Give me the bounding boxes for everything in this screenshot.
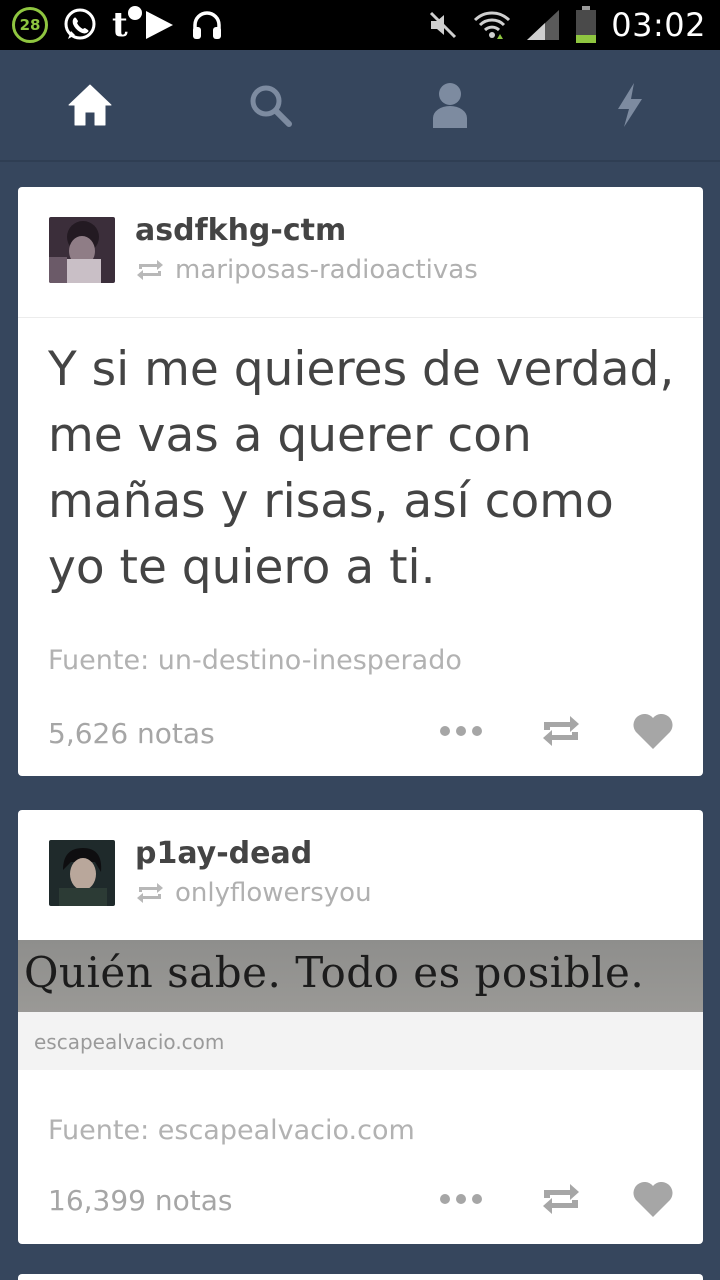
notification-count: 28 — [19, 16, 41, 34]
avatar[interactable] — [49, 840, 115, 906]
more-options-button[interactable] — [431, 1193, 491, 1205]
dashboard-nav-bar — [0, 50, 720, 162]
reblog-icon — [137, 883, 163, 903]
reblog-blog-name: onlyflowersyou — [175, 878, 372, 908]
nav-home[interactable] — [65, 80, 115, 130]
heart-icon — [633, 713, 673, 749]
signal-icon — [527, 10, 560, 40]
more-options-button[interactable] — [431, 725, 491, 737]
post-photo[interactable]: Quién sabe. Todo es posible. — [18, 940, 703, 1012]
home-icon — [68, 84, 112, 126]
post-username[interactable]: asdfkhg-ctm — [135, 213, 346, 248]
photo-caption-text: Quién sabe. Todo es posible. — [24, 948, 645, 997]
status-bar: 28 t 03:02 — [0, 0, 720, 50]
notes-count[interactable]: 16,399 notas — [48, 1184, 232, 1217]
like-button[interactable] — [631, 1180, 675, 1218]
header-divider — [18, 317, 703, 318]
reblog-blog-name: mariposas-radioactivas — [175, 255, 478, 285]
nav-activity[interactable] — [605, 80, 655, 130]
next-post-card-edge — [18, 1274, 703, 1280]
wifi-icon — [474, 11, 511, 39]
post-header: asdfkhg-ctm mariposas-radioactivas — [18, 187, 703, 317]
whatsapp-icon — [64, 8, 96, 40]
tumblr-notification-icon: t — [112, 6, 142, 42]
post-source-link[interactable]: Fuente: un-destino-inesperado — [48, 645, 462, 676]
mute-icon — [430, 11, 457, 39]
more-dots-icon — [440, 726, 482, 736]
link-domain: escapealvacio.com — [34, 1030, 225, 1054]
reblog-source[interactable]: mariposas-radioactivas — [135, 255, 478, 285]
reblog-icon — [543, 716, 579, 746]
reblog-button[interactable] — [531, 1181, 591, 1217]
avatar[interactable] — [49, 217, 115, 283]
post-source-link[interactable]: Fuente: escapealvacio.com — [48, 1115, 415, 1146]
status-time: 03:02 — [611, 6, 706, 44]
post-card: asdfkhg-ctm mariposas-radioactivas Y si … — [18, 187, 703, 776]
notes-count[interactable]: 5,626 notas — [48, 717, 215, 750]
post-card: p1ay-dead onlyflowersyou Quién sabe. Tod… — [18, 810, 703, 1244]
user-icon — [433, 83, 467, 128]
post-header: p1ay-dead onlyflowersyou — [18, 810, 703, 940]
headphones-icon — [192, 11, 221, 39]
play-icon — [145, 11, 173, 39]
reblog-icon — [543, 1184, 579, 1214]
nav-search[interactable] — [245, 80, 295, 130]
search-icon — [250, 85, 292, 127]
lightning-icon — [618, 83, 642, 127]
post-actions — [431, 712, 675, 750]
like-button[interactable] — [631, 712, 675, 750]
reblog-source[interactable]: onlyflowersyou — [135, 878, 372, 908]
battery-icon — [576, 6, 597, 43]
reblog-icon — [137, 260, 163, 280]
heart-icon — [633, 1181, 673, 1217]
quote-text: Y si me quieres de verdad, me vas a quer… — [48, 342, 675, 595]
link-preview-bar[interactable]: escapealvacio.com — [18, 1012, 703, 1070]
more-dots-icon — [440, 1194, 482, 1204]
post-actions — [431, 1180, 675, 1218]
notification-count-badge: 28 — [12, 7, 48, 43]
post-username[interactable]: p1ay-dead — [135, 836, 312, 871]
reblog-button[interactable] — [531, 713, 591, 749]
nav-account[interactable] — [425, 80, 475, 130]
